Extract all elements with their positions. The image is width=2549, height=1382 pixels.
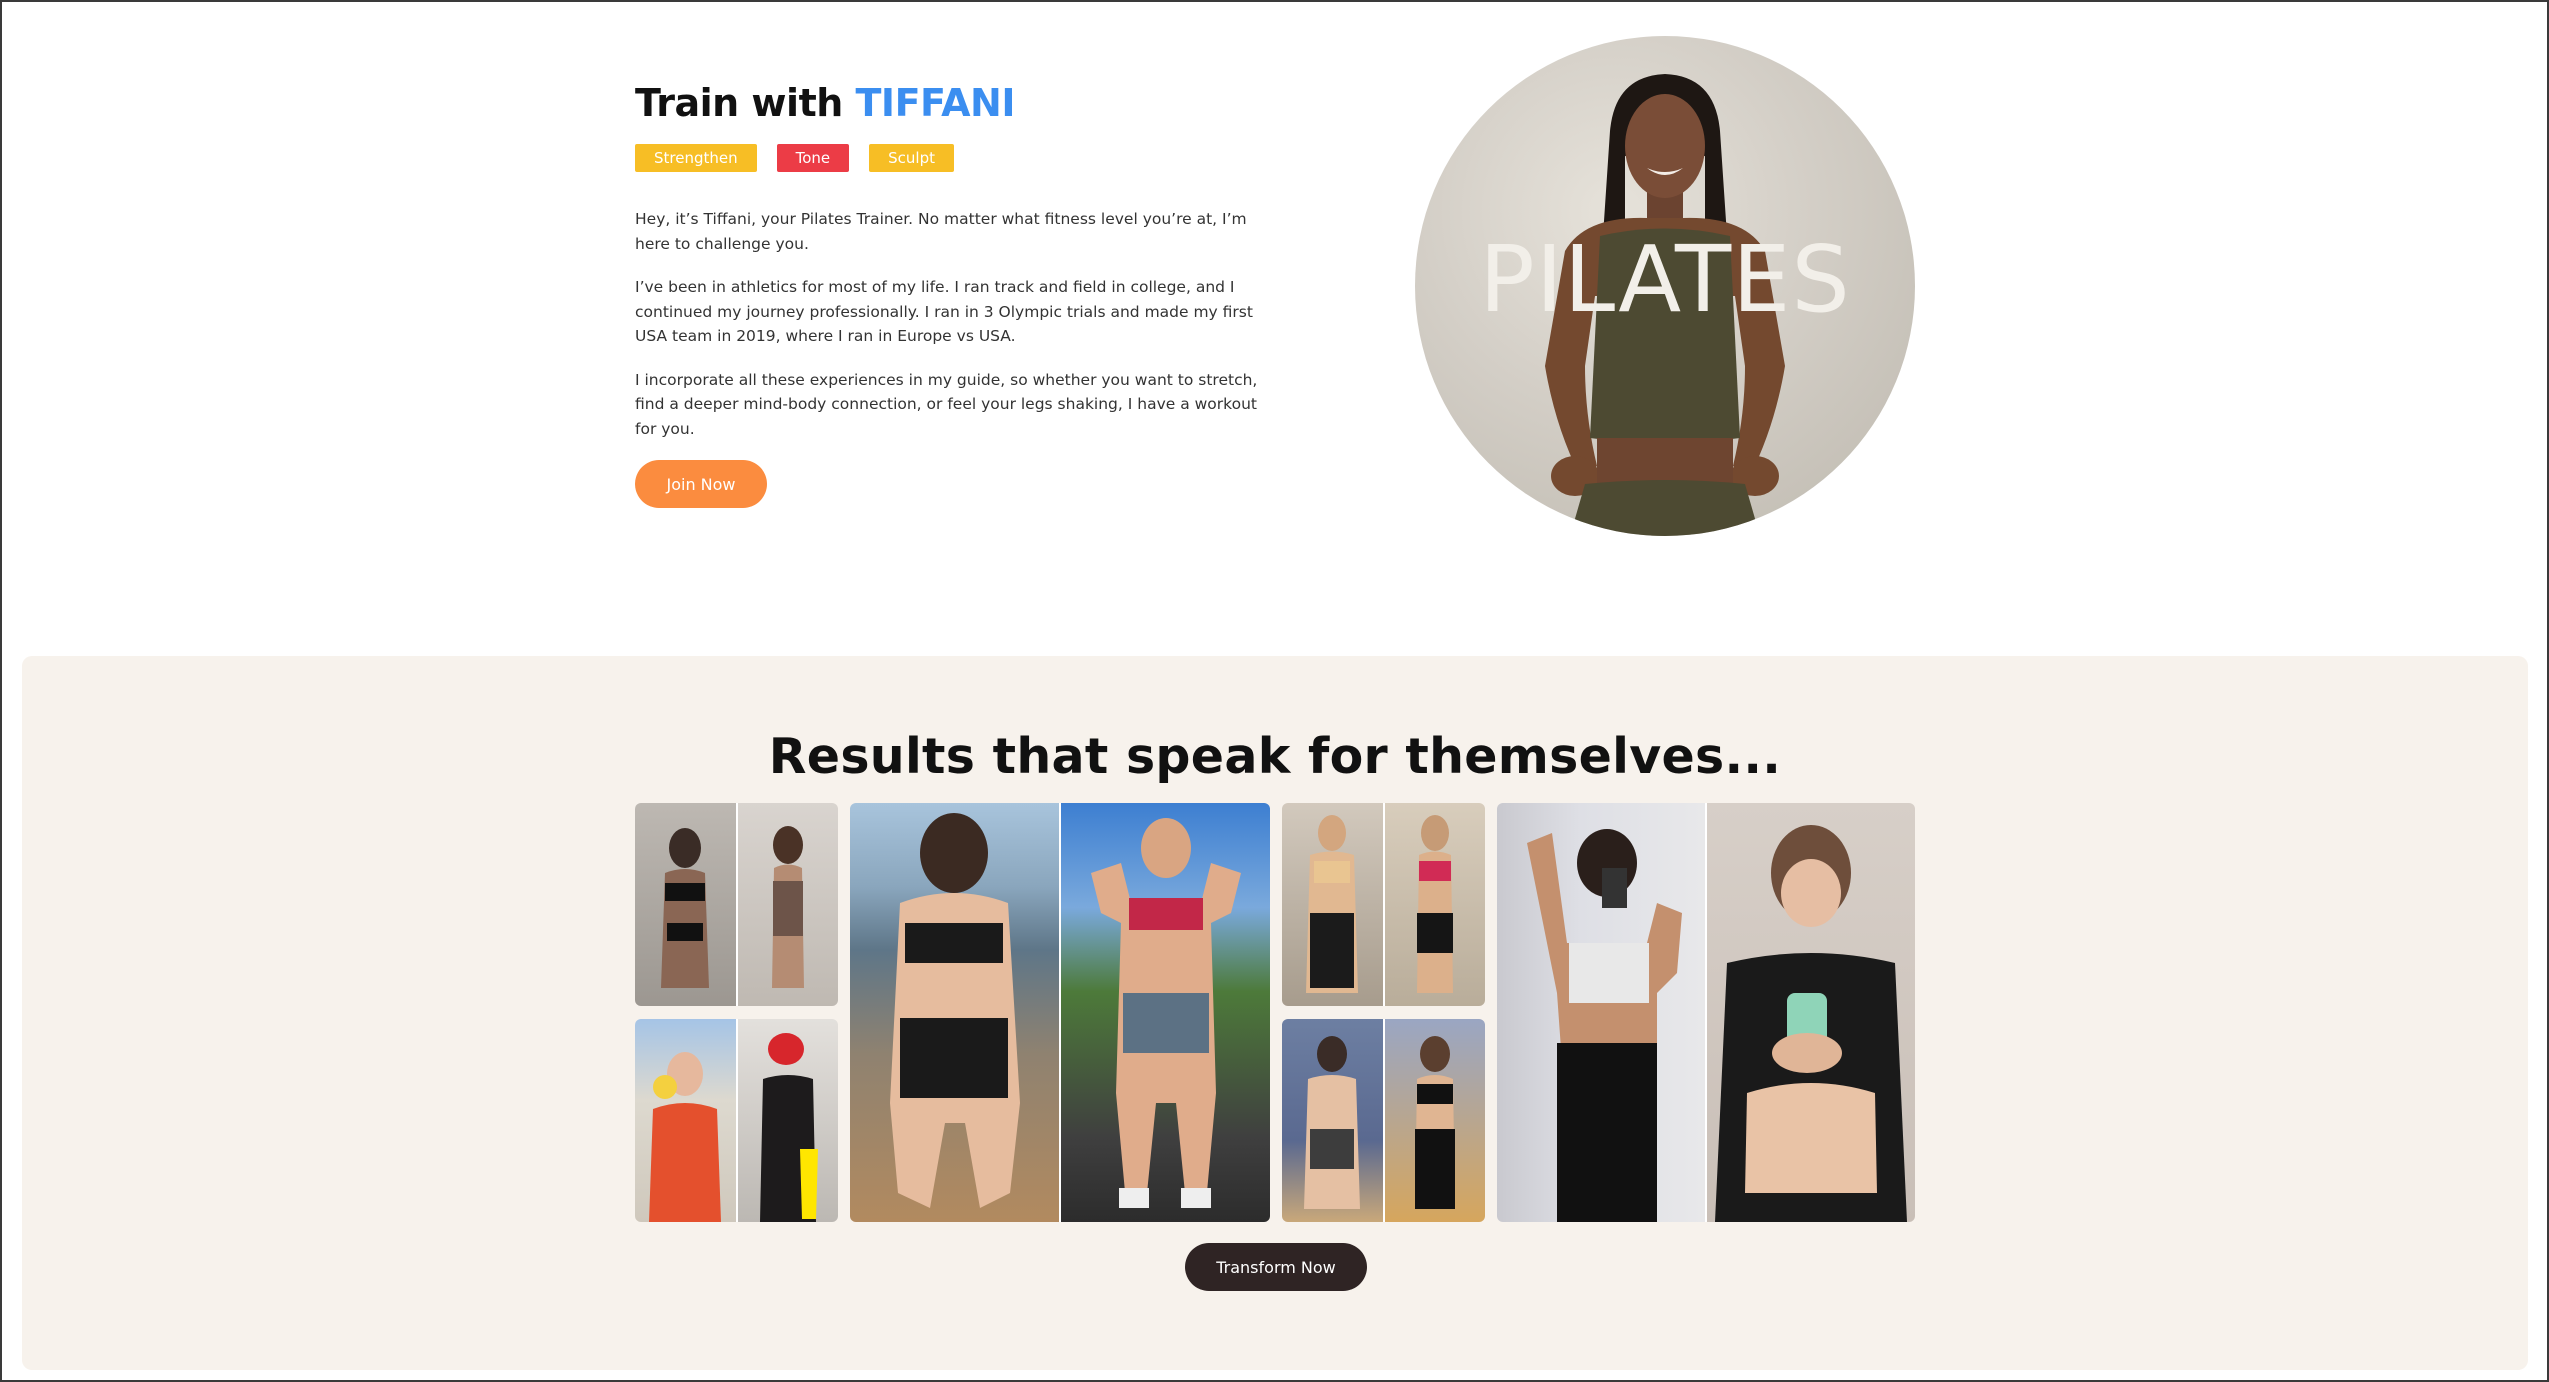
- hero-bio: Hey, it’s Tiffani, your Pilates Trainer.…: [635, 207, 1275, 441]
- after-image: [1382, 803, 1485, 1006]
- figure-illustration: [1304, 1036, 1360, 1209]
- hero-text-column: Train with TIFFANI Strengthen Tone Sculp…: [635, 72, 1275, 508]
- figure-illustration: [1527, 829, 1682, 1222]
- transform-now-button[interactable]: Transform Now: [1185, 1243, 1367, 1291]
- figure-illustration: [1306, 815, 1358, 993]
- bio-paragraph-2: I’ve been in athletics for most of my li…: [635, 278, 1253, 345]
- transformation-photo-6: [1497, 803, 1915, 1222]
- bio-paragraph-3: I incorporate all these experiences in m…: [635, 370, 1258, 438]
- transformation-photo-2: [635, 1019, 838, 1222]
- trainer-photo: PILATES: [1415, 36, 1915, 536]
- results-title: Results that speak for themselves...: [768, 728, 1782, 785]
- after-image: [1059, 803, 1270, 1222]
- hero-title-name: TIFFANI: [855, 81, 1016, 125]
- results-section: Results that speak for themselves... Tra…: [22, 656, 2528, 1370]
- after-image: [1497, 803, 1705, 1222]
- transformation-photo-1: [635, 803, 838, 1006]
- hero-title: Train with TIFFANI: [635, 72, 1275, 134]
- bio-paragraph-1: Hey, it’s Tiffani, your Pilates Trainer.…: [635, 210, 1247, 253]
- figure-illustration: [1416, 815, 1453, 993]
- pilates-overlay-text: PILATES: [1479, 226, 1851, 333]
- figure-illustration: [890, 813, 1020, 1208]
- transformation-photo-3: [850, 803, 1270, 1222]
- tag-list: Strengthen Tone Sculpt: [635, 144, 1275, 172]
- tag-strengthen: Strengthen: [635, 144, 757, 172]
- after-image: [735, 803, 838, 1006]
- page-frame: Train with TIFFANI Strengthen Tone Sculp…: [0, 0, 2549, 1382]
- tag-sculpt: Sculpt: [869, 144, 955, 172]
- tag-tone: Tone: [776, 144, 850, 172]
- before-image: [1282, 803, 1383, 1006]
- after-image: [1382, 1019, 1485, 1222]
- join-now-button[interactable]: Join Now: [635, 460, 767, 508]
- before-image: [635, 803, 736, 1006]
- after-image: [735, 1019, 838, 1222]
- figure-illustration: [771, 826, 804, 988]
- transformation-photo-4: [1282, 803, 1485, 1006]
- figure-illustration: [661, 828, 709, 988]
- figure-illustration: [1715, 825, 1907, 1222]
- figure-illustration: [1414, 1036, 1455, 1209]
- figure-illustration: [649, 1052, 721, 1222]
- figure-illustration: [1091, 818, 1241, 1208]
- transformation-photo-5: [1282, 1019, 1485, 1222]
- hero-title-prefix: Train with: [635, 81, 856, 125]
- before-image: [1282, 1019, 1383, 1222]
- figure-illustration: [759, 1033, 818, 1222]
- before-image: [1705, 803, 1915, 1222]
- before-image: [850, 803, 1059, 1222]
- before-image: [635, 1019, 736, 1222]
